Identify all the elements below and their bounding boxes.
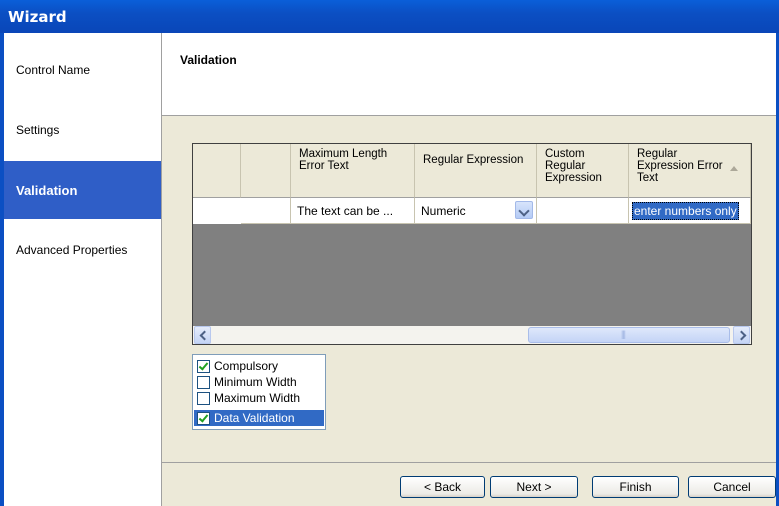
title-bar[interactable]: Wizard: [0, 0, 779, 33]
checkbox-checked-icon[interactable]: [197, 359, 210, 373]
list-item-maximum-width[interactable]: Maximum Width: [194, 390, 324, 406]
validation-grid[interactable]: Maximum Length Error Text Regular Expres…: [192, 143, 752, 345]
checkbox-label: Data Validation: [214, 411, 295, 425]
scrollbar-thumb[interactable]: [528, 327, 730, 343]
column-header-max-length-error-text[interactable]: Maximum Length Error Text: [291, 144, 415, 198]
page-header: Validation: [162, 33, 776, 116]
checkbox-unchecked-icon[interactable]: [197, 391, 210, 405]
checkbox-checked-icon[interactable]: [197, 411, 210, 425]
column-header-0[interactable]: [241, 144, 291, 198]
finish-button[interactable]: Finish: [592, 476, 679, 498]
sort-ascending-icon: [730, 166, 738, 171]
column-header-regular-expression[interactable]: Regular Expression: [415, 144, 537, 198]
list-item-data-validation[interactable]: Data Validation: [194, 410, 324, 426]
back-button[interactable]: < Back: [400, 476, 485, 498]
grid-cell-regex-error-text[interactable]: enter numbers only: [629, 198, 751, 224]
combo-value: Numeric: [421, 204, 466, 218]
cell-editing-value[interactable]: enter numbers only: [632, 202, 739, 220]
grid-cell-max-length-error-text[interactable]: The text can be ...: [291, 198, 415, 224]
row-header-corner: [193, 144, 241, 198]
cancel-button[interactable]: Cancel: [688, 476, 776, 498]
window-title: Wizard: [8, 8, 67, 26]
nav-item-settings[interactable]: Settings: [4, 101, 161, 159]
horizontal-scrollbar[interactable]: [193, 326, 751, 344]
wizard-step-nav: Control Name Settings Validation Advance…: [4, 33, 162, 506]
nav-item-label: Advanced Properties: [16, 243, 128, 257]
column-header-label: Regular Expression: [423, 154, 524, 166]
footer-divider: [162, 462, 776, 463]
scroll-left-icon[interactable]: [194, 326, 211, 344]
column-header-regex-error-text[interactable]: Regular Expression Error Text: [629, 144, 751, 198]
list-item-minimum-width[interactable]: Minimum Width: [194, 374, 324, 390]
next-button[interactable]: Next >: [490, 476, 578, 498]
nav-item-validation[interactable]: Validation: [4, 161, 161, 219]
regular-expression-combo[interactable]: Numeric: [415, 198, 537, 224]
column-header-label: Custom Regular Expression: [545, 148, 602, 184]
nav-item-control-name[interactable]: Control Name: [4, 41, 161, 99]
checkbox-unchecked-icon[interactable]: [197, 375, 210, 389]
list-item-compulsory[interactable]: Compulsory: [194, 358, 324, 374]
page-title: Validation: [180, 53, 237, 67]
scroll-right-icon[interactable]: [733, 326, 750, 344]
validation-options-list[interactable]: Compulsory Minimum Width Maximum Width D…: [192, 354, 326, 430]
cell-value: The text can be ...: [297, 204, 394, 218]
column-header-label: Regular Expression Error Text: [637, 148, 723, 184]
table-row: The text can be ... Numeric enter number…: [193, 198, 751, 224]
column-header-custom-regular-expression[interactable]: Custom Regular Expression: [537, 144, 629, 198]
grid-cell-0[interactable]: [241, 198, 291, 224]
nav-item-label: Settings: [16, 123, 60, 137]
chevron-down-icon[interactable]: [515, 201, 533, 219]
checkbox-label: Minimum Width: [214, 375, 297, 389]
nav-item-label: Control Name: [16, 63, 91, 77]
checkbox-label: Maximum Width: [214, 391, 301, 405]
checkbox-label: Compulsory: [214, 359, 279, 373]
nav-item-label: Validation: [16, 182, 78, 198]
grid-cell-custom-regular-expression[interactable]: [537, 198, 629, 224]
column-header-label: Maximum Length Error Text: [299, 148, 388, 172]
nav-item-advanced-properties[interactable]: Advanced Properties: [4, 221, 161, 279]
